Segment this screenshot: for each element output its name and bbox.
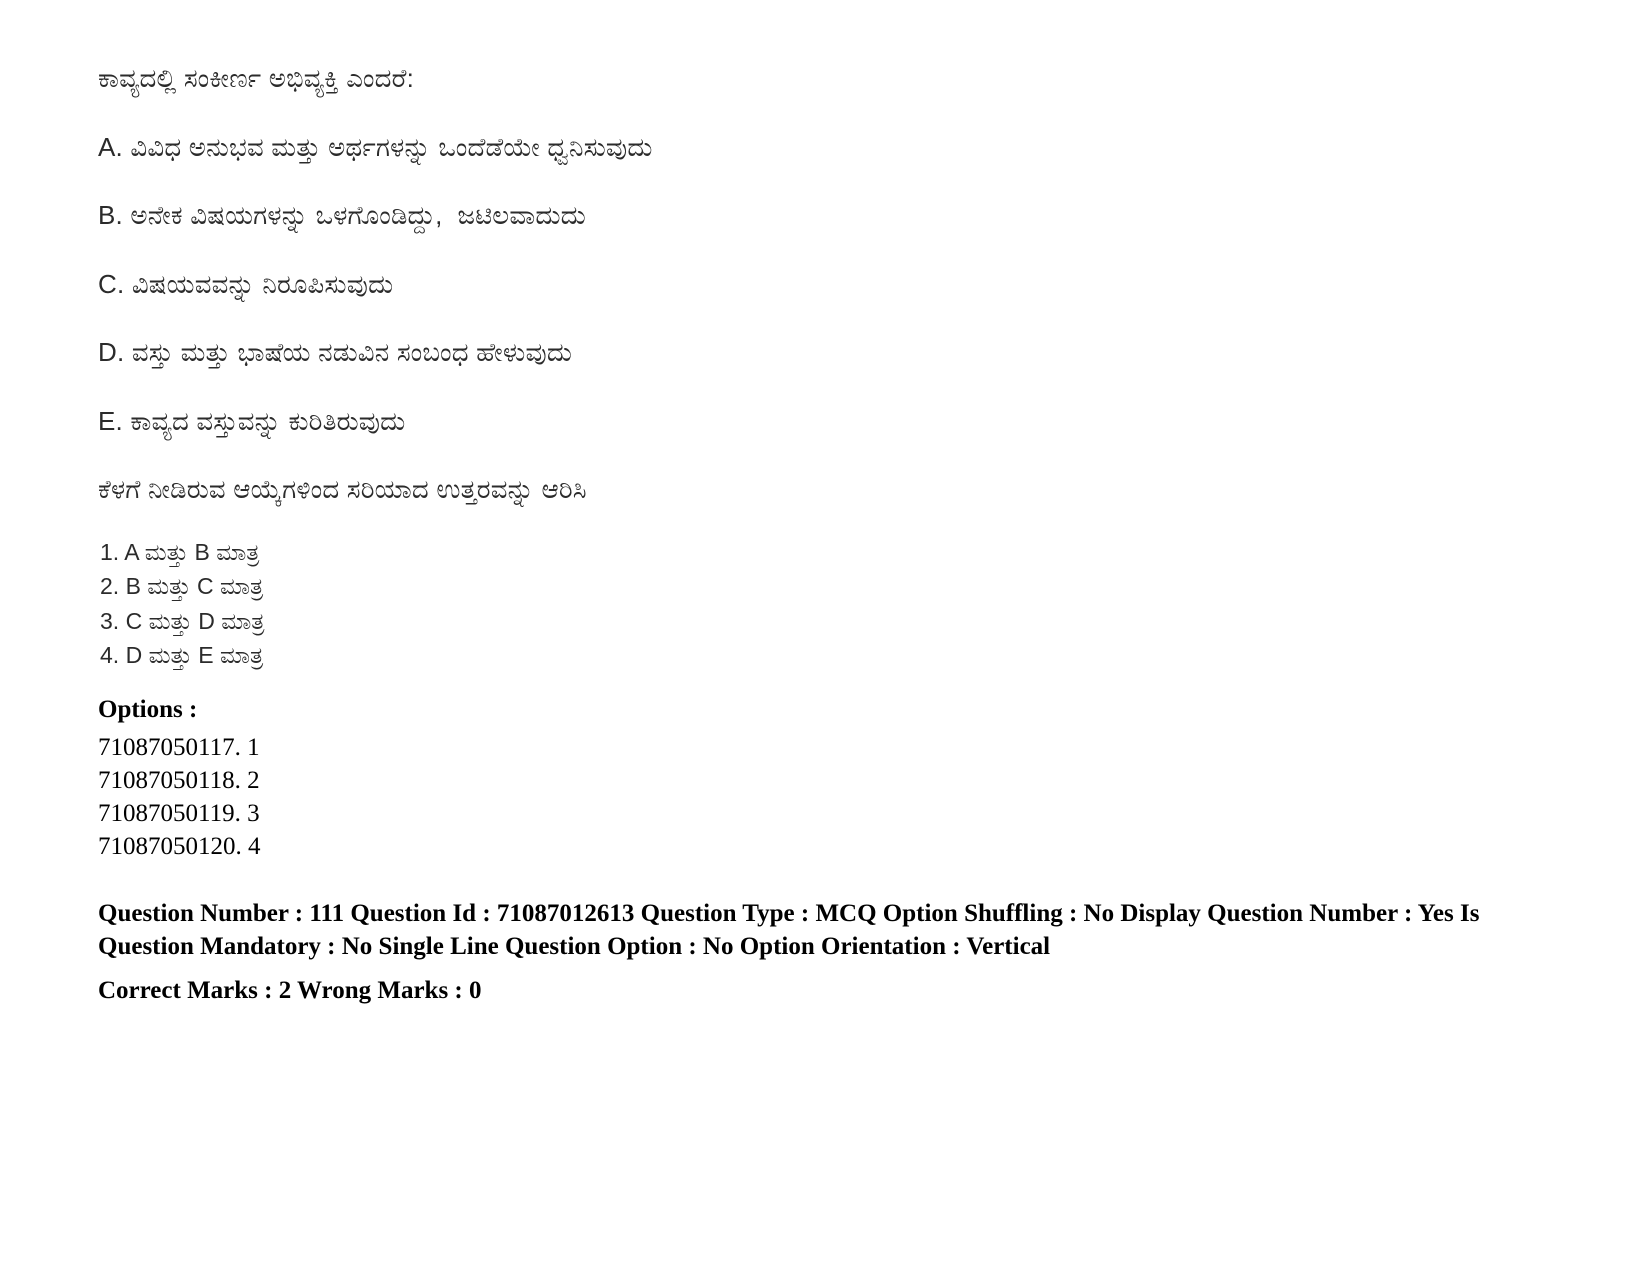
metadata-line-2: Question Mandatory : No Single Line Ques… bbox=[98, 932, 1051, 960]
answer-choice-3[interactable]: 3. C ಮತ್ತು D ಮಾತ್ರ bbox=[100, 605, 1558, 638]
metadata-line-3: Correct Marks : 2 Wrong Marks : 0 bbox=[98, 977, 482, 1004]
question-statement-d: D. ವಸ್ತು ಮತ್ತು ಭಾಷೆಯ ನಡುವಿನ ಸಂಬಂಧ ಹೇಳುವು… bbox=[98, 337, 573, 367]
question-page: ಕಾವ್ಯದಲ್ಲಿ ಸಂಕೀರ್ಣ ಅಭಿವ್ಯಕ್ತಿ ಎಂದರೆ: A. … bbox=[0, 0, 1650, 1275]
question-content: ಕಾವ್ಯದಲ್ಲಿ ಸಂಕೀರ್ಣ ಅಭಿವ್ಯಕ್ತಿ ಎಂದರೆ: A. … bbox=[98, 62, 1558, 863]
option-id-1: 71087050117. 1 bbox=[98, 733, 260, 761]
answer-choice-4[interactable]: 4. D ಮತ್ತು E ಮಾತ್ರ bbox=[100, 639, 1558, 672]
answer-choice-1[interactable]: 1. A ಮತ್ತು B ಮಾತ್ರ bbox=[100, 536, 1558, 569]
metadata-line-1: Question Number : 111 Question Id : 7108… bbox=[98, 900, 1480, 927]
question-instruction: ಕೆಳಗೆ ನೀಡಿರುವ ಆಯ್ಕೆಗಳಿಂದ ಸರಿಯಾದ ಉತ್ತರವನ್… bbox=[98, 474, 587, 504]
question-statement-e: E. ಕಾವ್ಯದ ವಸ್ತುವನ್ನು ಕುರಿತಿರುವುದು bbox=[98, 405, 406, 436]
options-heading: Options : bbox=[98, 696, 198, 724]
question-stem: ಕಾವ್ಯದಲ್ಲಿ ಸಂಕೀರ್ಣ ಅಭಿವ್ಯಕ್ತಿ ಎಂದರೆ: bbox=[98, 63, 415, 93]
option-id-4: 71087050120. 4 bbox=[98, 832, 261, 860]
question-statement-b: B. ಅನೇಕ ವಿಷಯಗಳನ್ನು ಒಳಗೊಂಡಿದ್ದು, ಜಟಿಲವಾದು… bbox=[98, 200, 586, 230]
option-id-2: 71087050118. 2 bbox=[98, 766, 260, 794]
option-id-3: 71087050119. 3 bbox=[98, 799, 260, 827]
answer-choice-2[interactable]: 2. B ಮತ್ತು C ಮಾತ್ರ bbox=[100, 570, 1558, 603]
option-id-list: 71087050117. 1 71087050118. 2 7108705011… bbox=[98, 731, 1558, 863]
question-statement-c: C. ವಿಷಯವವನ್ನು ನಿರೂಪಿಸುವುದು bbox=[98, 268, 394, 299]
answer-choice-list: 1. A ಮತ್ತು B ಮಾತ್ರ 2. B ಮತ್ತು C ಮಾತ್ರ 3.… bbox=[98, 536, 1558, 673]
question-metadata: Question Number : 111 Question Id : 7108… bbox=[98, 898, 1498, 1008]
question-statement-a: A. ವಿವಿಧ ಅನುಭವ ಮತ್ತು ಅರ್ಥಗಳನ್ನು ಒಂದೆಡೆಯೇ… bbox=[98, 131, 653, 162]
